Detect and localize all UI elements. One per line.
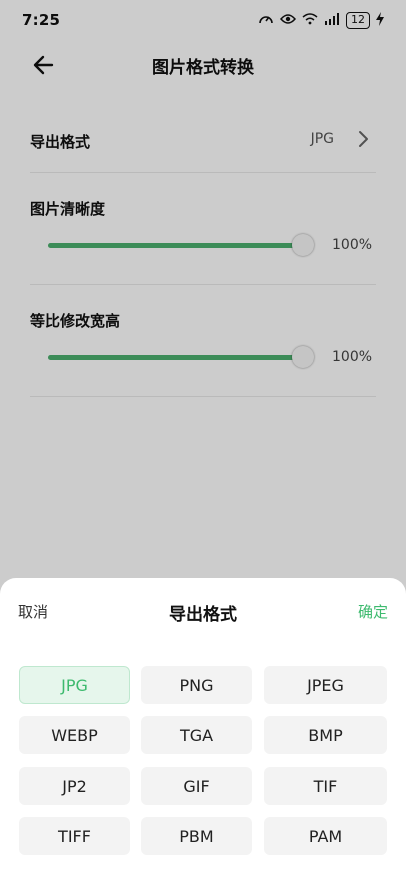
- sheet-header: 取消 导出格式 确定: [0, 598, 406, 626]
- confirm-button[interactable]: 确定: [358, 601, 388, 622]
- format-option[interactable]: PBM: [141, 817, 252, 855]
- format-option[interactable]: JPEG: [264, 666, 387, 704]
- format-option[interactable]: GIF: [141, 767, 252, 805]
- format-option[interactable]: JP2: [19, 767, 130, 805]
- sheet-title: 导出格式: [169, 605, 237, 625]
- format-option[interactable]: BMP: [264, 716, 387, 754]
- format-option[interactable]: WEBP: [19, 716, 130, 754]
- export-format-sheet: 取消 导出格式 确定 JPG PNG JPEG WEBP TGA BMP JP2 GIF TIF…: [0, 578, 406, 869]
- format-option[interactable]: PAM: [264, 817, 387, 855]
- format-option[interactable]: TIFF: [19, 817, 130, 855]
- format-option[interactable]: JPG: [19, 666, 130, 704]
- format-option[interactable]: PNG: [141, 666, 252, 704]
- format-option[interactable]: TGA: [141, 716, 252, 754]
- format-option[interactable]: TIF: [264, 767, 387, 805]
